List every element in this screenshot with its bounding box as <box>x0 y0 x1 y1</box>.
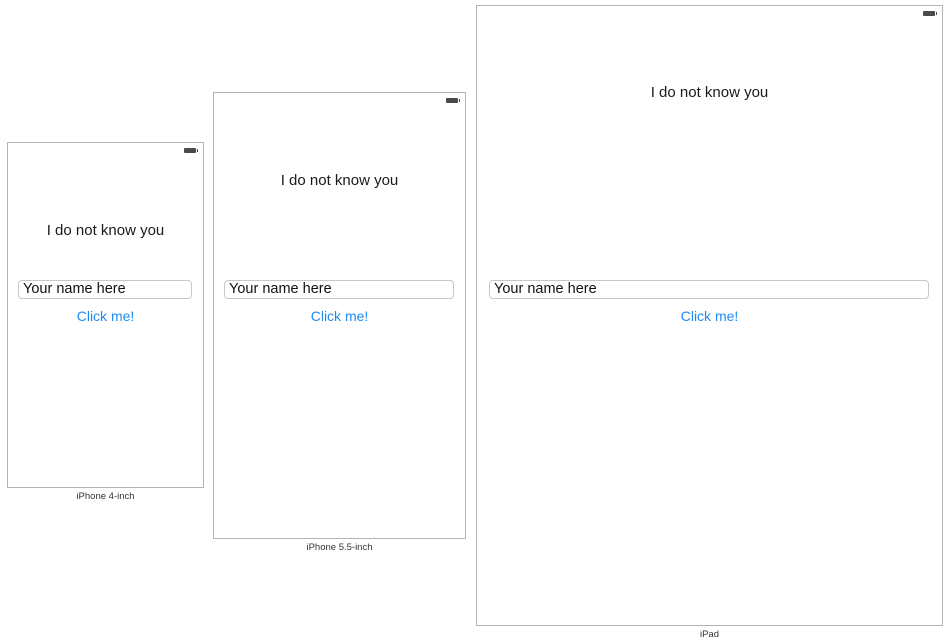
name-input[interactable]: Your name here <box>224 280 454 299</box>
device-caption: iPad <box>699 629 719 640</box>
battery-icon <box>184 148 198 153</box>
battery-icon <box>446 98 460 103</box>
click-me-button[interactable]: Click me! <box>477 308 942 324</box>
name-input[interactable]: Your name here <box>18 280 192 299</box>
device-preview-ipad: I do not know you Your name here Click m… <box>476 5 943 626</box>
greeting-label: I do not know you <box>280 172 399 189</box>
greeting-label: I do not know you <box>46 222 165 239</box>
click-me-button[interactable]: Click me! <box>214 308 465 324</box>
device-caption: iPhone 5.5-inch <box>306 542 373 553</box>
click-me-button[interactable]: Click me! <box>8 308 203 324</box>
name-input[interactable]: Your name here <box>489 280 929 299</box>
device-caption: iPhone 4-inch <box>76 491 135 502</box>
device-preview-iphone-4-inch: I do not know you Your name here Click m… <box>7 142 204 488</box>
battery-icon <box>923 11 937 16</box>
device-preview-iphone-5-5-inch: I do not know you Your name here Click m… <box>213 92 466 539</box>
greeting-label: I do not know you <box>650 84 769 101</box>
